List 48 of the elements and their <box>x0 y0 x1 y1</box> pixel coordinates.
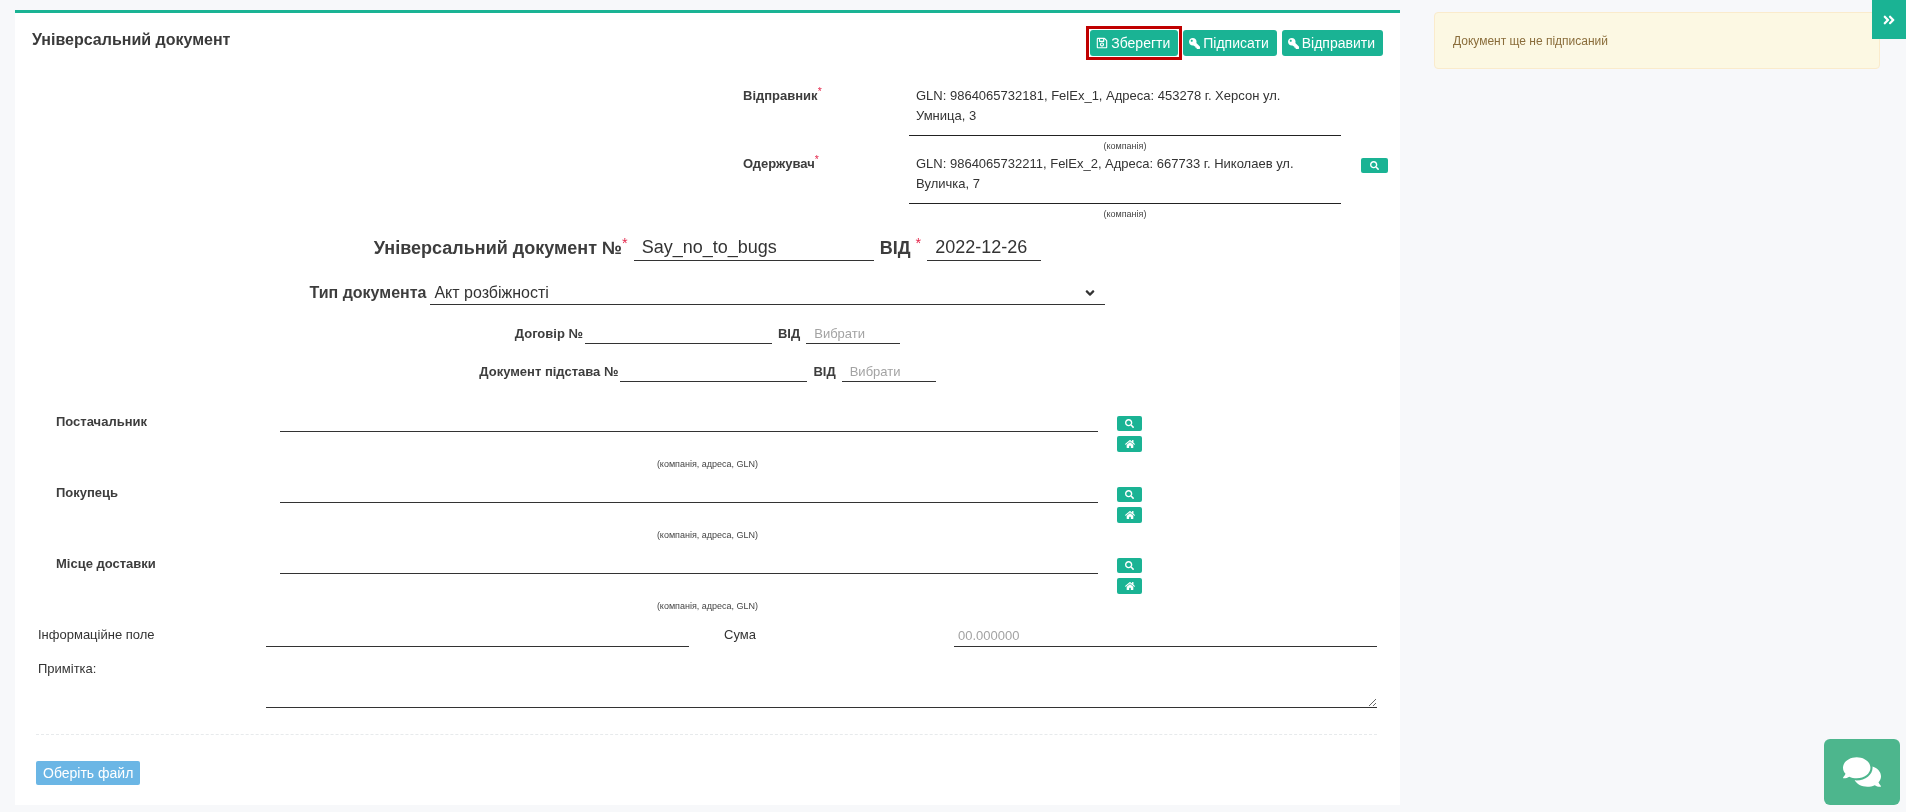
field-hint: (компанія, адреса, GLN) <box>655 458 760 470</box>
home-icon <box>1124 581 1135 591</box>
search-button[interactable] <box>1117 487 1142 502</box>
document-title: Універсальний документ <box>32 30 231 50</box>
home-button[interactable] <box>1117 436 1142 452</box>
key-icon <box>1189 37 1201 49</box>
party-field[interactable]: GLN: 9864065732181, FelEx_1, Адреса: 453278 г. Херсон ул. Умница, 3 <box>909 84 1341 136</box>
field-label: ВІД <box>813 363 836 381</box>
document-number-input[interactable]: Say_no_to_bugs <box>633 235 874 261</box>
field-hint: (компанія) <box>1102 140 1148 152</box>
home-button[interactable] <box>1117 507 1142 523</box>
field-label: Постачальник <box>56 413 148 431</box>
home-icon <box>1124 510 1135 520</box>
search-button[interactable] <box>1117 558 1142 573</box>
field-hint: (компанія, адреса, GLN) <box>655 600 760 612</box>
search-icon <box>1125 561 1134 570</box>
search-icon <box>1125 419 1134 428</box>
date-input[interactable]: Вибрати <box>841 362 936 382</box>
field-hint: (компанія) <box>1102 208 1148 220</box>
search-icon <box>1370 161 1379 170</box>
field-label: Місце доставки <box>56 555 157 573</box>
field-label: Одержувач$^{*}$ <box>743 153 820 173</box>
collapse-panel-button[interactable] <box>1872 0 1906 39</box>
key-icon <box>1287 37 1299 49</box>
field-label: Відправник$^{*}$ <box>743 85 823 105</box>
field-label: ВІД <box>777 325 801 343</box>
field-label: Універсальний документ №$^{*}$ <box>373 238 628 258</box>
document-type-select[interactable]: Акт розбіжності <box>430 281 1106 305</box>
field-label: Інформаційне поле <box>38 626 156 644</box>
party-field[interactable]: GLN: 9864065732211, FelEx_2, Адреса: 667733 г. Николаев ул. Вуличка, 7 <box>909 152 1341 204</box>
home-icon <box>1124 439 1135 449</box>
field-label: Сума <box>724 626 757 644</box>
field-label: ВІД $^{*}$ <box>879 238 922 258</box>
field-label: Договір № <box>514 325 583 343</box>
field-label: Покупець <box>56 484 120 502</box>
search-button[interactable] <box>1361 158 1388 173</box>
sum-input[interactable]: 00.000000 <box>954 625 1377 647</box>
field-label: Документ підстава № <box>479 363 619 381</box>
field-hint: (компанія, адреса, GLN) <box>655 529 760 541</box>
home-button[interactable] <box>1117 578 1142 594</box>
field-label: Примітка: <box>38 660 98 678</box>
status-alert: Документ ще не підписаний <box>1434 12 1880 69</box>
chat-button[interactable] <box>1824 739 1900 805</box>
search-icon <box>1125 490 1134 499</box>
field-label: Тип документа <box>309 283 427 303</box>
search-button[interactable] <box>1117 416 1142 431</box>
date-input[interactable]: Вибрати <box>806 324 901 344</box>
date-input[interactable]: 2022-12-26 <box>927 235 1042 261</box>
